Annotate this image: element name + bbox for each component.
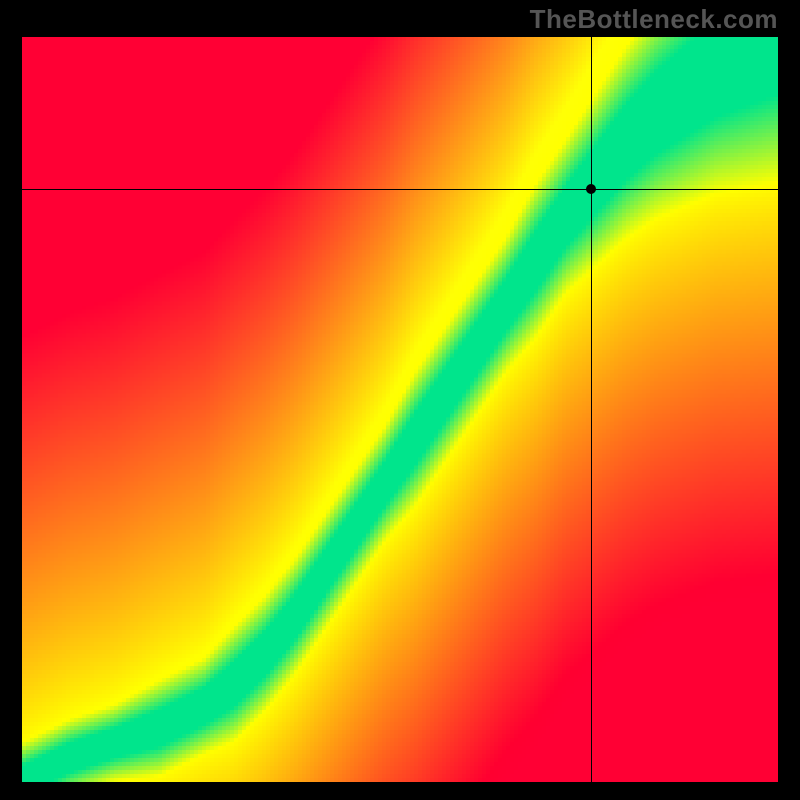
watermark-text: TheBottleneck.com <box>530 4 778 35</box>
crosshair-vertical <box>591 37 592 782</box>
crosshair-horizontal <box>22 189 778 190</box>
crosshair-dot <box>586 184 596 194</box>
heatmap-canvas <box>22 37 778 782</box>
heatmap-plot <box>22 37 778 782</box>
